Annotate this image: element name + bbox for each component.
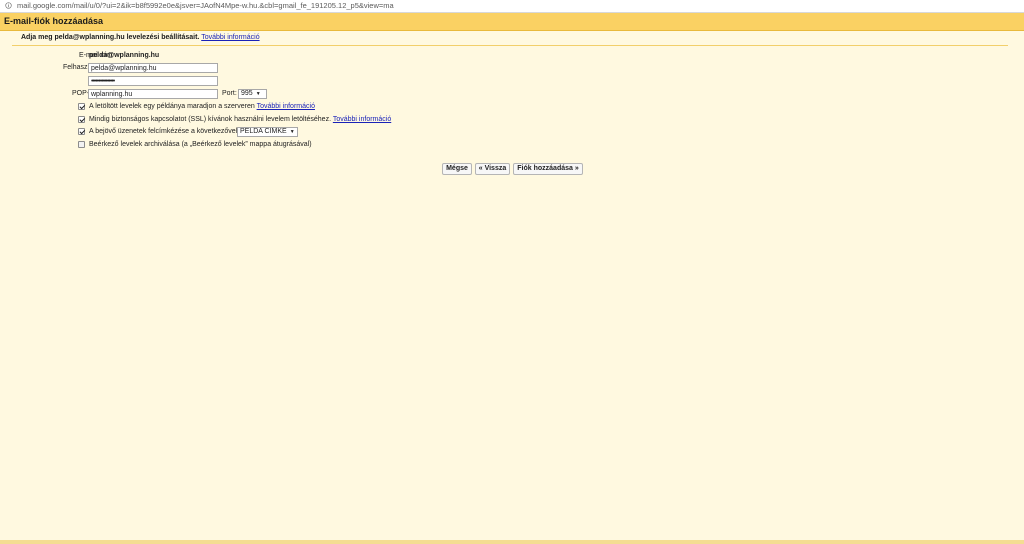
bottom-bar	[0, 540, 1024, 544]
instructions-email: pelda@wplanning.hu	[54, 34, 125, 41]
keep-copy-option: A letöltött levelek egy példánya maradjo…	[89, 103, 315, 110]
instructions-suffix: levelezési beállításait.	[124, 34, 200, 41]
keep-copy-label: A letöltött levelek egy példánya maradjo…	[89, 103, 255, 110]
label-incoming-checkbox[interactable]	[78, 128, 85, 135]
url-text[interactable]: mail.google.com/mail/u/0/?ui=2&ik=b8f599…	[17, 1, 394, 11]
port-select[interactable]: 995 ▼	[238, 89, 267, 99]
archive-label: Beérkező levelek archiválása (a „Beérkez…	[89, 141, 312, 148]
keep-copy-more-info-link[interactable]: További információ	[257, 103, 315, 110]
port-value: 995	[241, 90, 253, 97]
pop-server-field[interactable]: wplanning.hu	[88, 89, 218, 99]
add-account-button[interactable]: Fiók hozzáadása »	[513, 163, 583, 175]
ssl-option: Mindig biztonságos kapcsolatot (SSL) kív…	[89, 116, 391, 123]
username-field[interactable]: pelda@wplanning.hu	[88, 63, 218, 73]
dialog-titlebar: E-mail-fiók hozzáadása	[0, 13, 1024, 31]
archive-checkbox[interactable]	[78, 141, 85, 148]
divider	[12, 45, 1008, 46]
password-field[interactable]: ••••••••••••••••	[88, 76, 218, 86]
ssl-more-info-link[interactable]: További információ	[333, 116, 391, 123]
port-label: Port:	[222, 90, 237, 97]
ssl-label: Mindig biztonságos kapcsolatot (SSL) kív…	[89, 116, 332, 123]
chevron-down-icon: ▼	[255, 91, 261, 97]
chevron-down-icon: ▼	[289, 129, 295, 135]
instructions-prefix: Adja meg	[21, 34, 55, 41]
keep-copy-checkbox[interactable]	[78, 103, 85, 110]
label-select[interactable]: PELDA CIMKE ▼	[237, 127, 298, 137]
label-incoming-label: A bejövő üzenetek felcímkézése a követke…	[89, 128, 240, 135]
browser-address-bar[interactable]: mail.google.com/mail/u/0/?ui=2&ik=b8f599…	[0, 0, 1024, 13]
ssl-checkbox[interactable]	[78, 116, 85, 123]
back-button[interactable]: « Vissza	[475, 163, 510, 175]
label-select-value: PELDA CIMKE	[240, 128, 287, 135]
dialog-instructions: Adja meg pelda@wplanning.hu levelezési b…	[21, 34, 260, 41]
dialog-title: E-mail-fiók hozzáadása	[4, 16, 104, 26]
email-value: pelda@wplanning.hu	[89, 52, 160, 59]
cancel-button[interactable]: Mégse	[442, 163, 472, 175]
page-info-icon[interactable]	[5, 2, 12, 9]
more-info-link[interactable]: További információ	[201, 34, 259, 41]
